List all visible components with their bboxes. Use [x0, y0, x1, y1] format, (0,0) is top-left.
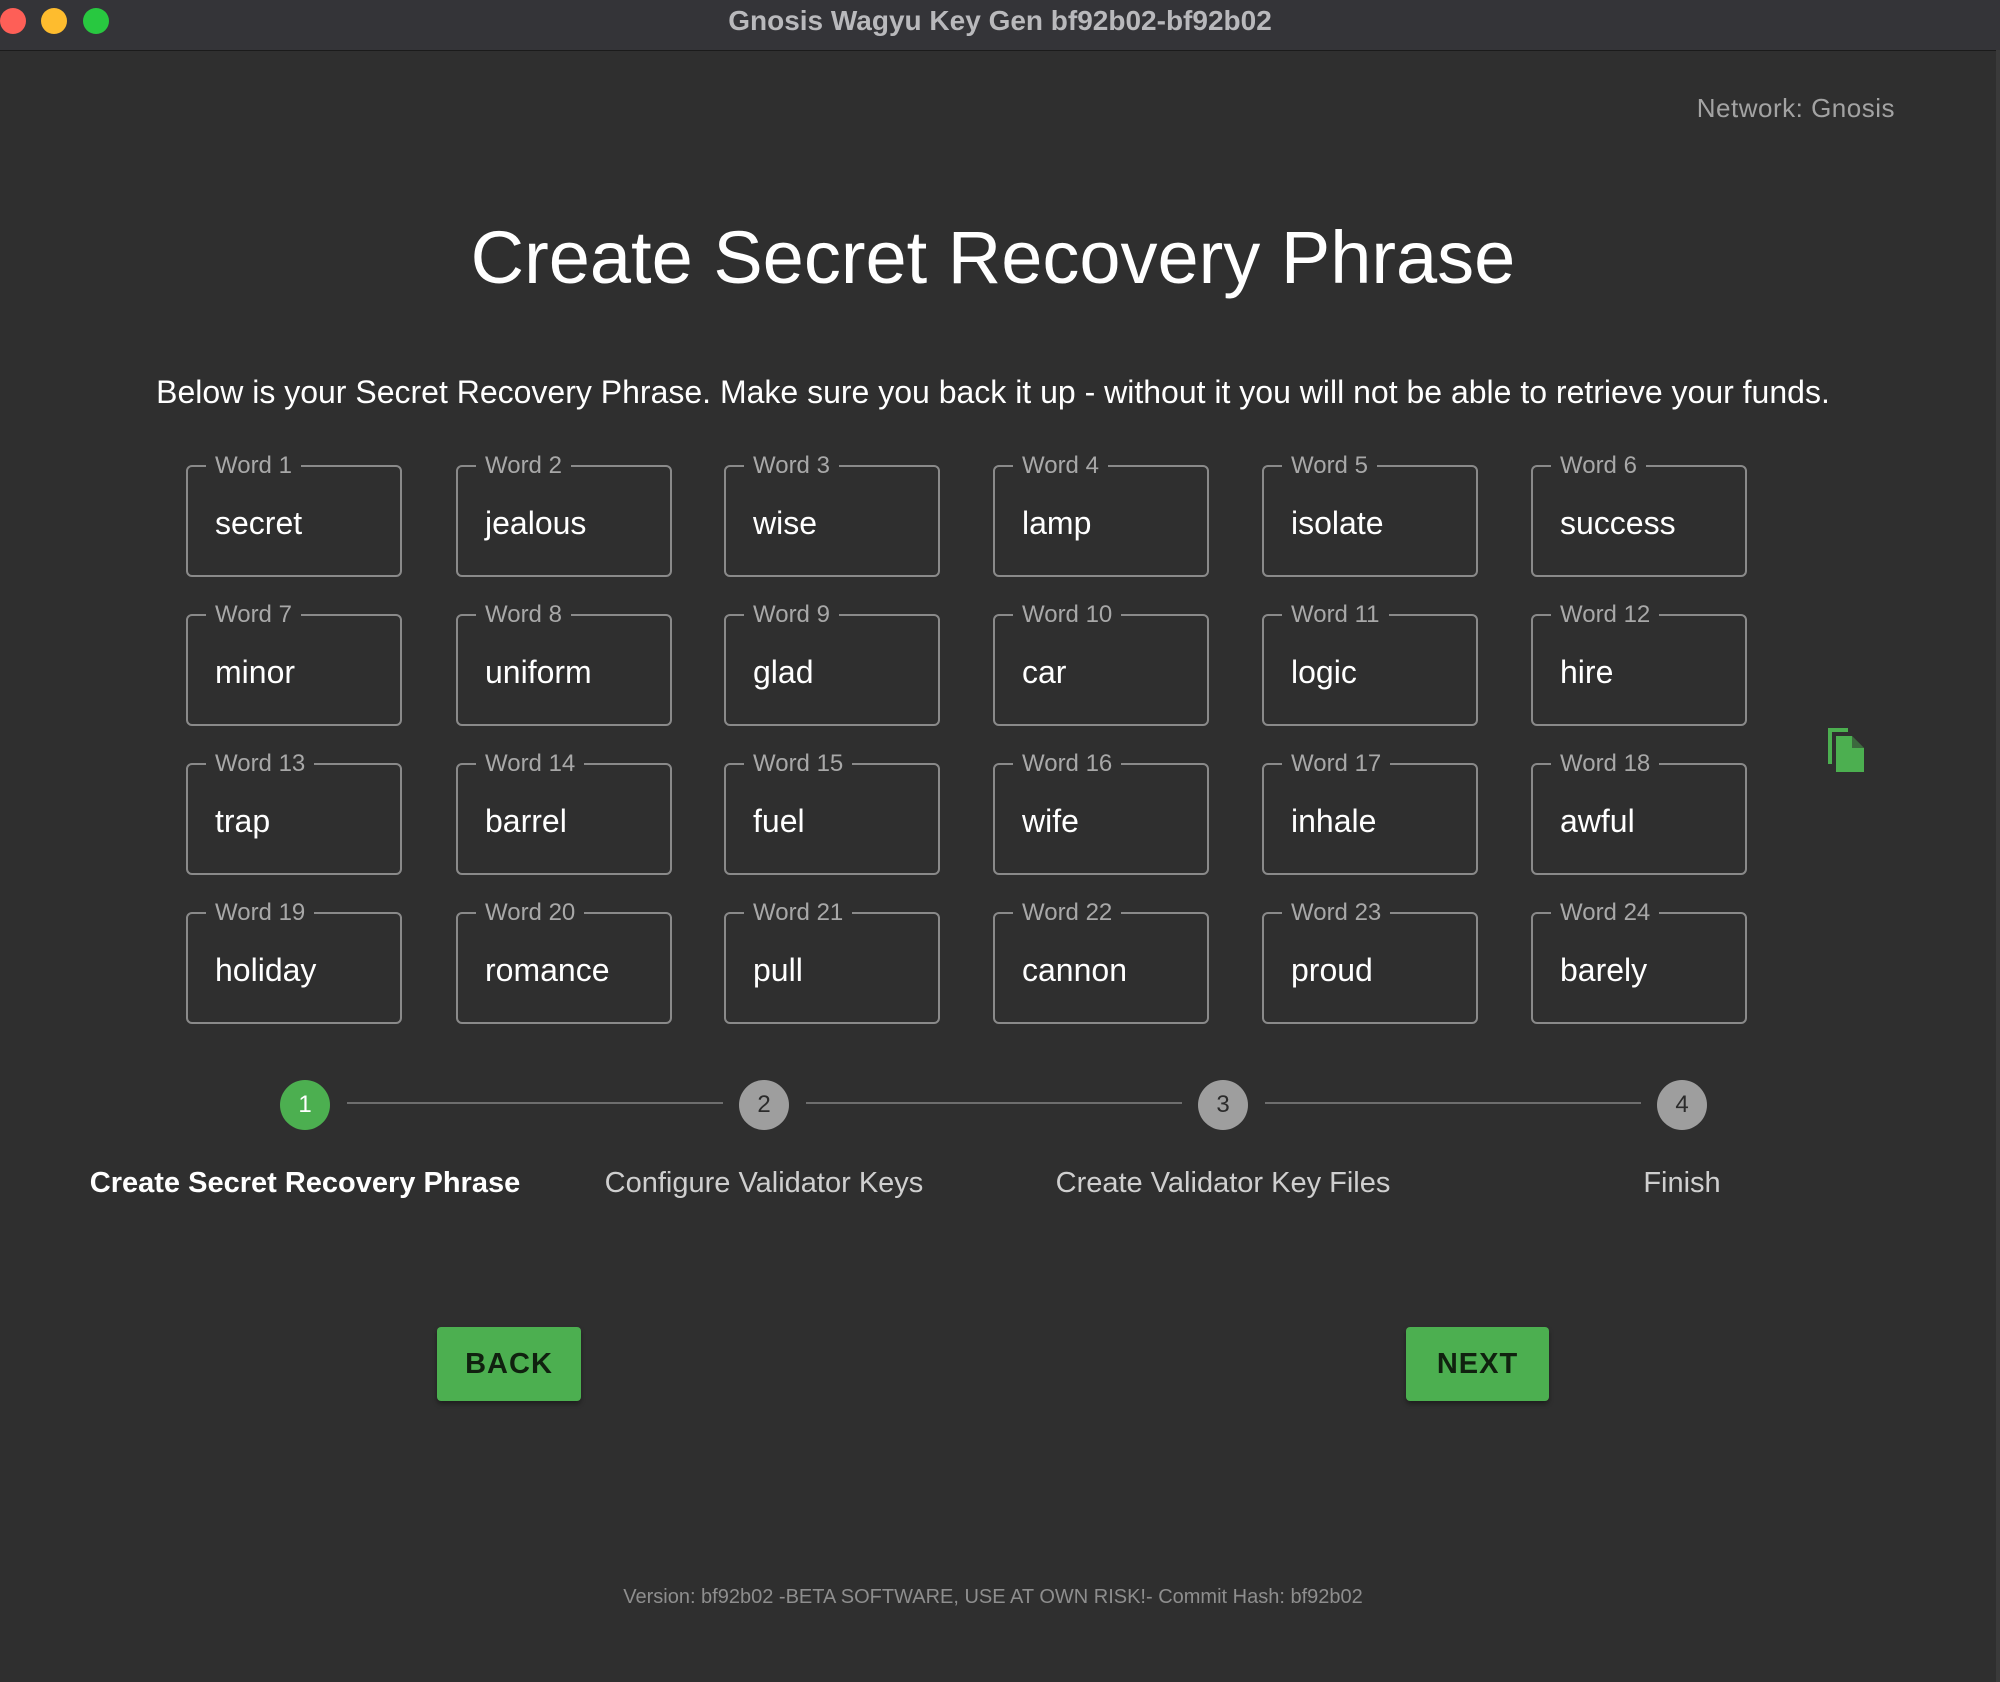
word-field-value: hire	[1560, 654, 1614, 690]
word-field-value: pull	[753, 952, 803, 988]
word-field: Word 1 secret	[186, 451, 402, 577]
word-field: Word 2 jealous	[456, 451, 672, 577]
word-field-value: success	[1560, 505, 1676, 541]
word-field-value: glad	[753, 654, 814, 690]
word-field-label: Word 9	[744, 600, 839, 630]
step-2-indicator: 2	[739, 1080, 789, 1130]
word-field-label: Word 20	[476, 898, 585, 928]
progress-stepper: 1 2 3 4 Create Secret Recovery Phrase Co…	[0, 1075, 2000, 1215]
word-field: Word 24 barely	[1531, 898, 1747, 1024]
word-field-value: cannon	[1022, 952, 1127, 988]
word-field: Word 6 success	[1531, 451, 1747, 577]
word-field-label: Word 23	[1282, 898, 1391, 928]
word-field-label: Word 24	[1551, 898, 1660, 928]
word-field: Word 16 wife	[993, 749, 1209, 875]
word-field-label: Word 17	[1282, 749, 1391, 779]
word-field: Word 19 holiday	[186, 898, 402, 1024]
word-field: Word 22 cannon	[993, 898, 1209, 1024]
step-3-label: Create Validator Key Files	[1055, 1167, 1391, 1199]
word-field-value: barely	[1560, 952, 1648, 988]
word-field-label: Word 14	[476, 749, 585, 779]
window-edge	[1996, 50, 2000, 1682]
page-title: Create Secret Recovery Phrase	[470, 216, 1516, 299]
word-field-value: romance	[485, 952, 610, 988]
word-field-value: minor	[215, 654, 296, 690]
word-field: Word 18 awful	[1531, 749, 1747, 875]
version-footer: Version: bf92b02 -BETA SOFTWARE, USE AT …	[623, 1586, 1363, 1608]
copy-phrase-button[interactable]	[1824, 724, 1868, 774]
word-field-label: Word 6	[1551, 451, 1646, 481]
word-field-value: awful	[1560, 803, 1635, 839]
word-field-label: Word 22	[1013, 898, 1122, 928]
step-4-indicator: 4	[1657, 1080, 1707, 1130]
word-field-label: Word 16	[1013, 749, 1122, 779]
word-field: Word 12 hire	[1531, 600, 1747, 726]
step-1-label: Create Secret Recovery Phrase	[89, 1167, 521, 1199]
word-field-label: Word 15	[744, 749, 853, 779]
step-connector	[1265, 1102, 1641, 1104]
word-field: Word 8 uniform	[456, 600, 672, 726]
word-field: Word 10 car	[993, 600, 1209, 726]
word-field-value: inhale	[1291, 803, 1377, 839]
word-field-label: Word 13	[206, 749, 315, 779]
word-field-value: wife	[1022, 803, 1079, 839]
word-field-label: Word 12	[1551, 600, 1660, 630]
window-title: Gnosis Wagyu Key Gen bf92b02-bf92b02	[728, 5, 1272, 36]
word-field-label: Word 3	[744, 451, 839, 481]
word-field: Word 4 lamp	[993, 451, 1209, 577]
title-bar: Gnosis Wagyu Key Gen bf92b02-bf92b02	[0, 0, 2000, 51]
word-field-label: Word 19	[206, 898, 315, 928]
step-1-indicator: 1	[280, 1080, 330, 1130]
word-field-value: lamp	[1022, 505, 1092, 541]
word-field: Word 23 proud	[1262, 898, 1478, 1024]
word-field-value: wise	[753, 505, 818, 541]
word-field-value: secret	[215, 505, 303, 541]
recovery-phrase-grid: Word 1 secret Word 2 jealous Word 3 wise…	[186, 451, 1752, 1029]
word-field-value: fuel	[753, 803, 805, 839]
word-field-label: Word 11	[1282, 600, 1389, 630]
word-field: Word 7 minor	[186, 600, 402, 726]
word-field: Word 9 glad	[724, 600, 940, 726]
word-field-value: barrel	[485, 803, 567, 839]
word-field: Word 5 isolate	[1262, 451, 1478, 577]
word-field-label: Word 4	[1013, 451, 1108, 481]
word-field: Word 17 inhale	[1262, 749, 1478, 875]
app-window: Gnosis Wagyu Key Gen bf92b02-bf92b02 Net…	[0, 0, 2000, 1682]
word-field-label: Word 7	[206, 600, 301, 630]
word-field-label: Word 2	[476, 451, 571, 481]
back-button[interactable]: BACK	[437, 1327, 581, 1401]
word-field-value: isolate	[1291, 505, 1384, 541]
word-field-value: uniform	[485, 654, 592, 690]
step-4-label: Finish	[1643, 1167, 1721, 1199]
network-indicator: Network: Gnosis	[1696, 93, 1895, 123]
word-field-value: car	[1022, 654, 1067, 690]
word-field-label: Word 10	[1013, 600, 1122, 630]
step-connector	[347, 1102, 723, 1104]
word-field: Word 14 barrel	[456, 749, 672, 875]
step-connector	[806, 1102, 1182, 1104]
word-field: Word 13 trap	[186, 749, 402, 875]
copy-icon	[1828, 728, 1864, 772]
page-subtitle: Below is your Secret Recovery Phrase. Ma…	[156, 374, 1830, 410]
word-field: Word 3 wise	[724, 451, 940, 577]
word-field-label: Word 18	[1551, 749, 1660, 779]
word-field-label: Word 5	[1282, 451, 1377, 481]
word-field: Word 21 pull	[724, 898, 940, 1024]
word-field: Word 20 romance	[456, 898, 672, 1024]
word-field-value: trap	[215, 803, 271, 839]
word-field-value: logic	[1291, 654, 1357, 690]
word-field-value: holiday	[215, 952, 317, 988]
next-button[interactable]: NEXT	[1406, 1327, 1549, 1401]
word-field-label: Word 21	[744, 898, 853, 928]
word-field-label: Word 1	[206, 451, 301, 481]
word-field-label: Word 8	[476, 600, 571, 630]
word-field-value: jealous	[485, 505, 587, 541]
word-field: Word 11 logic	[1262, 600, 1478, 726]
step-3-indicator: 3	[1198, 1080, 1248, 1130]
word-field-value: proud	[1291, 952, 1373, 988]
step-2-label: Configure Validator Keys	[604, 1167, 924, 1199]
word-field: Word 15 fuel	[724, 749, 940, 875]
